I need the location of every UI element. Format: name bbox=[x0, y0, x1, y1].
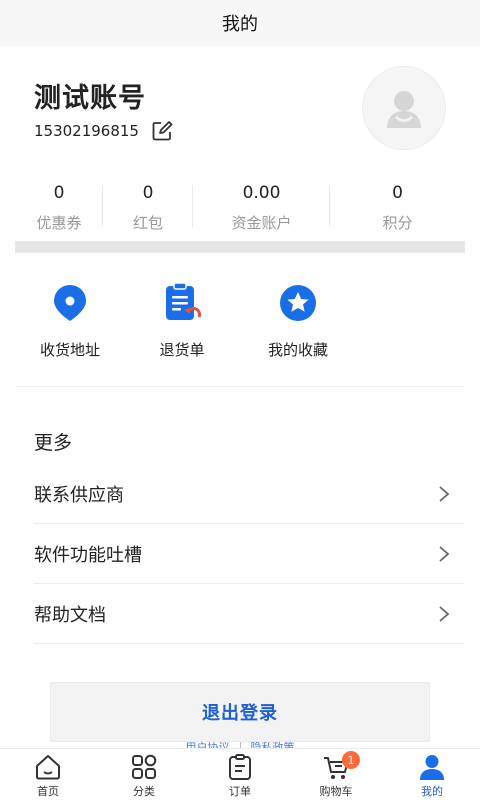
shortcut-label: 我的收藏 bbox=[267, 341, 328, 359]
tab-label: 订单 bbox=[229, 785, 251, 798]
profile-card: 测试账号 15302196815 0 优惠券 0 红包 0.00 资金账户 0 … bbox=[0, 46, 480, 751]
shortcut-return-orders[interactable]: 退货单 bbox=[137, 281, 227, 360]
tab-mine[interactable]: 我的 bbox=[384, 749, 480, 800]
home-icon bbox=[34, 753, 62, 781]
stat-label: 资金账户 bbox=[231, 213, 292, 232]
shortcut-favorites[interactable]: 我的收藏 bbox=[253, 281, 343, 360]
page-title: 我的 bbox=[222, 14, 258, 35]
chevron-right-icon bbox=[439, 485, 450, 502]
shortcut-label: 退货单 bbox=[159, 341, 205, 359]
order-icon bbox=[226, 753, 254, 781]
location-pin-icon bbox=[48, 281, 92, 325]
phone-row: 15302196815 bbox=[34, 120, 173, 142]
tab-label: 我的 bbox=[421, 785, 443, 798]
menu-item-label: 联系供应商 bbox=[34, 484, 124, 506]
tab-orders[interactable]: 订单 bbox=[192, 749, 288, 800]
tab-cart[interactable]: 1 购物车 bbox=[288, 749, 384, 800]
return-order-icon bbox=[160, 281, 204, 325]
menu-item-help-docs[interactable]: 帮助文档 bbox=[34, 584, 464, 644]
user-icon bbox=[418, 753, 446, 781]
chevron-right-icon bbox=[439, 605, 450, 622]
top-bar: 我的 bbox=[0, 0, 480, 46]
section-divider bbox=[15, 241, 465, 253]
logout-label: 退出登录 bbox=[202, 703, 278, 724]
shortcut-grid: 收货地址 退货单 我的收藏 bbox=[15, 281, 465, 381]
menu-item-label: 帮助文档 bbox=[34, 604, 106, 626]
stat-label: 红包 bbox=[132, 213, 163, 232]
stat-value: 0 bbox=[142, 182, 154, 203]
tab-label: 购物车 bbox=[319, 785, 353, 798]
cart-count-badge: 1 bbox=[342, 751, 360, 769]
avatar-placeholder-icon bbox=[387, 91, 421, 128]
tab-home[interactable]: 首页 bbox=[0, 749, 96, 800]
more-section-title: 更多 bbox=[34, 432, 73, 454]
stat-coupons[interactable]: 0 优惠券 bbox=[15, 171, 103, 241]
stat-fund-account[interactable]: 0.00 资金账户 bbox=[193, 171, 330, 241]
tab-label: 分类 bbox=[133, 785, 155, 798]
shortcut-address[interactable]: 收货地址 bbox=[25, 281, 115, 360]
logout-button[interactable]: 退出登录 bbox=[50, 682, 430, 742]
stat-points[interactable]: 0 积分 bbox=[330, 171, 465, 241]
menu-item-label: 软件功能吐槽 bbox=[34, 544, 142, 566]
stat-value: 0 bbox=[392, 182, 403, 203]
account-name: 测试账号 bbox=[34, 83, 146, 114]
star-icon bbox=[276, 281, 320, 325]
category-icon bbox=[130, 753, 158, 781]
stat-value: 0 bbox=[53, 182, 65, 203]
tab-label: 首页 bbox=[37, 785, 59, 798]
more-menu: 联系供应商 软件功能吐槽 帮助文档 bbox=[34, 464, 464, 644]
chevron-right-icon bbox=[439, 545, 450, 562]
avatar[interactable] bbox=[362, 66, 446, 150]
edit-icon[interactable] bbox=[151, 120, 173, 142]
menu-item-contact-supplier[interactable]: 联系供应商 bbox=[34, 464, 464, 524]
stat-label: 积分 bbox=[382, 213, 413, 232]
shortcut-label: 收货地址 bbox=[39, 341, 100, 359]
account-stats: 0 优惠券 0 红包 0.00 资金账户 0 积分 bbox=[15, 171, 465, 241]
stat-value: 0.00 bbox=[242, 182, 281, 203]
section-divider bbox=[15, 386, 465, 387]
menu-item-feedback[interactable]: 软件功能吐槽 bbox=[34, 524, 464, 584]
cart-icon: 1 bbox=[322, 751, 360, 781]
bottom-tab-bar: 首页 分类 订单 1 购物车 我的 bbox=[0, 748, 480, 800]
stat-red-packets[interactable]: 0 红包 bbox=[103, 171, 193, 241]
stat-label: 优惠券 bbox=[36, 213, 82, 232]
tab-category[interactable]: 分类 bbox=[96, 749, 192, 800]
phone-number: 15302196815 bbox=[34, 122, 139, 140]
